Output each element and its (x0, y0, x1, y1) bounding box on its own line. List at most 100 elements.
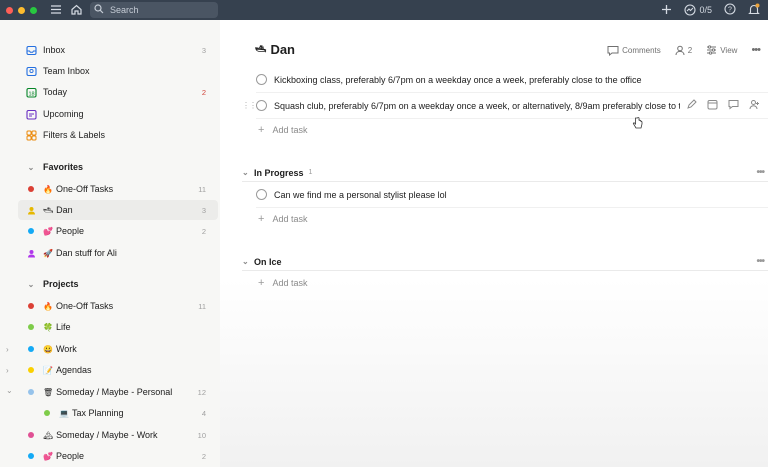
favorites-header[interactable]: ⌄ Favorites (18, 158, 218, 176)
task-content[interactable]: Squash club, preferably 6/7pm on a weekd… (274, 101, 686, 111)
task-row[interactable]: Can we find me a personal stylist please… (256, 182, 768, 208)
project-name: Work (55, 344, 77, 354)
task-row[interactable]: Kickboxing class, preferably 6/7pm on a … (256, 67, 768, 93)
collapse-chevron-icon[interactable]: ⌄ (6, 386, 13, 395)
sidebar-item-label: 🗑 Someday / Maybe - Personal (43, 387, 198, 397)
task-checkbox[interactable] (256, 100, 267, 111)
project-item-someday-maybe-work[interactable]: 🏔 Someday / Maybe - Work 10 (18, 425, 218, 445)
project-item-work[interactable]: 😀 Work (18, 339, 218, 359)
task-checkbox[interactable] (256, 74, 267, 85)
assign-person-icon[interactable] (749, 99, 760, 112)
shared-person-icon (24, 206, 38, 215)
sidebar-item-label: 😀 Work (43, 344, 218, 354)
share-button[interactable]: 2 (675, 45, 692, 56)
chevron-down-icon: ⌄ (27, 162, 35, 172)
sidebar-item-team-inbox[interactable]: Team Inbox (18, 61, 218, 81)
sidebar-item-inbox[interactable]: Inbox 3 (18, 40, 218, 60)
sidebar-item-label: 🛥 Dan (43, 205, 202, 215)
task-content[interactable]: Can we find me a personal stylist please… (274, 190, 447, 200)
project-color-dot (28, 367, 34, 373)
sidebar-item-filters-labels[interactable]: Filters & Labels (18, 125, 218, 145)
minimize-window-button[interactable] (18, 6, 25, 14)
sidebar-item-count: 11 (198, 184, 206, 194)
project-color-dot (28, 303, 34, 309)
sidebar-item-label: 🍀 Life (43, 322, 218, 332)
task-row-hovered[interactable]: ⋮⋮ Squash club, preferably 6/7pm on a we… (242, 93, 768, 119)
favorite-item-one-off-tasks[interactable]: 🔥 One-Off Tasks 11 (18, 179, 218, 199)
view-button[interactable]: View (706, 45, 737, 55)
project-item-life[interactable]: 🍀 Life (18, 317, 218, 337)
project-emoji: 🍀 (43, 323, 53, 332)
project-emoji: 💻 (59, 409, 69, 418)
chevron-down-icon: ⌄ (27, 279, 35, 289)
close-window-button[interactable] (6, 6, 13, 14)
favorite-item-dan-stuff-for-ali[interactable]: 🚀 Dan stuff for Ali (18, 243, 218, 263)
due-date-calendar-icon[interactable] (707, 99, 718, 112)
project-emoji: 🏔 (43, 431, 54, 440)
sidebar-item-label: Upcoming (43, 109, 84, 119)
project-name: Someday / Maybe - Work (56, 430, 158, 440)
more-options-icon[interactable]: ••• (751, 44, 761, 56)
project-color-dot (28, 186, 34, 192)
productivity-button[interactable]: 0/5 (684, 4, 712, 16)
project-item-tax-planning[interactable]: 💻 Tax Planning 4 (34, 403, 218, 423)
project-item-people[interactable]: 💕 People 2 (18, 446, 218, 466)
project-item-someday-maybe-personal[interactable]: 🗑 Someday / Maybe - Personal 12 (18, 382, 218, 402)
sidebar-item-today[interactable]: 18 Today 2 (18, 82, 218, 102)
sidebar-item-count: 11 (198, 301, 206, 311)
projects-header[interactable]: ⌄ Projects (18, 275, 218, 293)
maximize-window-button[interactable] (30, 6, 37, 14)
notifications-bell-icon[interactable] (748, 3, 760, 18)
section-header-on-ice[interactable]: ⌄ On Ice ••• (242, 253, 768, 271)
view-label: View (720, 45, 738, 55)
project-emoji: 💕 (43, 452, 53, 461)
sidebar-item-label: 🔥 One-Off Tasks (43, 301, 198, 311)
section-name: On Ice (254, 256, 282, 267)
projects-title: Projects (43, 279, 79, 289)
project-emoji: 🔥 (43, 185, 53, 194)
svg-text:?: ? (728, 7, 732, 14)
task-content[interactable]: Kickboxing class, preferably 6/7pm on a … (274, 75, 642, 85)
sidebar: Inbox 3 Team Inbox 18 Today 2 Upcoming F… (0, 20, 220, 467)
project-item-agendas[interactable]: 📝 Agendas (18, 360, 218, 380)
more-options-icon[interactable]: ••• (756, 167, 764, 178)
calendar-upcoming-icon (24, 109, 38, 120)
project-name: Life (55, 322, 71, 332)
sidebar-item-count: 2 (201, 87, 206, 97)
sidebar-item-count: 3 (201, 45, 206, 55)
favorite-item-people[interactable]: 💕 People 2 (18, 221, 218, 241)
project-name: One-Off Tasks (55, 184, 114, 194)
favorite-item-dan[interactable]: 🛥 Dan 3 (18, 200, 218, 220)
shared-count: 2 (687, 45, 693, 55)
sidebar-item-upcoming[interactable]: Upcoming (18, 104, 218, 124)
task-checkbox[interactable] (256, 189, 267, 200)
page-title[interactable]: 🛥 Dan (255, 42, 295, 57)
sidebar-item-count: 2 (201, 226, 206, 236)
more-options-icon[interactable]: ••• (756, 256, 764, 267)
help-icon[interactable]: ? (724, 3, 736, 17)
section-header-in-progress[interactable]: ⌄ In Progress 1 ••• (242, 164, 768, 182)
chevron-down-icon[interactable]: ⌄ (242, 257, 254, 266)
comment-icon[interactable] (728, 99, 739, 112)
project-item-one-off-tasks[interactable]: 🔥 One-Off Tasks 11 (18, 296, 218, 316)
search-input[interactable]: Search (90, 2, 218, 18)
project-color-dot (28, 228, 34, 234)
edit-pencil-icon[interactable] (686, 99, 697, 112)
drag-handle-icon[interactable]: ⋮⋮ (242, 101, 257, 110)
chevron-down-icon[interactable]: ⌄ (242, 168, 254, 177)
home-icon[interactable] (70, 3, 83, 16)
add-task-button[interactable]: + Add task (258, 121, 307, 139)
add-task-button[interactable]: + Add task (258, 274, 307, 292)
menu-icon[interactable] (50, 4, 62, 15)
expand-chevron-icon[interactable]: › (6, 366, 9, 375)
sidebar-item-count: 12 (197, 387, 206, 397)
sidebar-item-count: 10 (197, 430, 206, 440)
add-task-button[interactable]: + Add task (258, 210, 307, 228)
project-emoji: 🗑 (43, 388, 54, 397)
project-emoji: 🚀 (43, 249, 53, 258)
comments-button[interactable]: Comments (607, 45, 661, 56)
expand-chevron-icon[interactable]: › (6, 345, 9, 354)
add-task-plus-icon[interactable] (661, 4, 672, 17)
shared-person-icon (24, 249, 38, 258)
project-color-dot (28, 346, 34, 352)
